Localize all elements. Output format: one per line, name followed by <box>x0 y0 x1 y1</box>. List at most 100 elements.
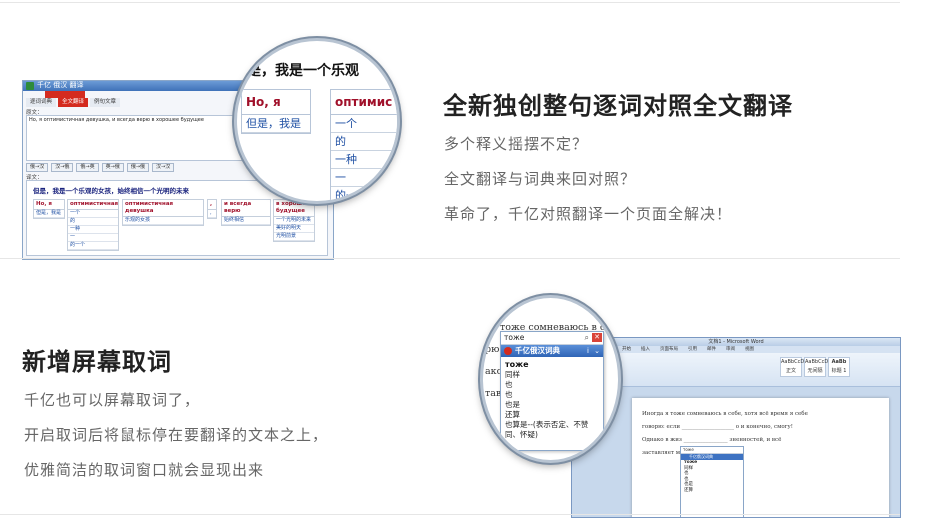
feature-desc-line: 多个释义摇摆不定？ <box>444 135 589 153</box>
word-column-header: Но, я <box>34 200 64 210</box>
word-column-item[interactable]: 始终相信 <box>222 217 270 225</box>
capture-popup: тоже ⌕ ✕ 千亿俄汉词典 i ⌄ тоже 同样 也 也 也是 还算 也算… <box>500 331 604 451</box>
word-tab[interactable]: 页面布局 <box>660 346 678 353</box>
mini-popup-list: тоже 同样 也 也 也是 还算 <box>681 460 743 493</box>
translation-sentence: 但是，我是一个乐观的女孩，始终相信一个光明的未来 <box>33 187 189 195</box>
word-tab[interactable]: 邮件 <box>707 346 716 353</box>
tab-full-translation[interactable]: 全文翻译 <box>58 98 89 107</box>
feature-desc-screen-capture: 千亿也可以屏幕取词了， 开启取词后将鼠标停在要翻译的文本之上， 优雅简洁的取词窗… <box>24 383 328 488</box>
word-column-item[interactable]: 一个 <box>68 210 118 218</box>
capture-popup-title-bar: 千亿俄汉词典 i ⌄ <box>501 345 603 357</box>
app-title: 千亿 俄汉 翻译 <box>37 81 84 89</box>
style-preview: AaBbCcDd <box>781 359 808 365</box>
definition-item: 也 <box>505 380 513 389</box>
zh-zh-button[interactable]: 汉→汉 <box>152 163 175 172</box>
bottom-divider <box>0 514 900 515</box>
capture-popup-title: 千亿俄汉词典 <box>515 346 560 355</box>
magnified-column-item: 的一 <box>331 187 397 201</box>
definition-item: 也算是--(表示否定、不赞同、怀疑) <box>505 420 589 439</box>
capture-popup-headword: тоже <box>505 360 529 369</box>
ru-en-button[interactable]: 俄→英 <box>76 163 99 172</box>
feature-desc-line: 优雅简洁的取词窗口就会显现出来 <box>24 461 265 479</box>
magnified-column-right: оптимис 一个 的 一种 一 的一 <box>330 89 397 201</box>
word-tab[interactable]: 视图 <box>745 346 754 353</box>
word-title-bar: 文档1 - Microsoft Word <box>572 338 900 346</box>
word-ribbon-tabs: 开始 插入 页面布局 引用 邮件 审阅 视图 <box>572 346 900 353</box>
top-divider <box>0 2 900 3</box>
word-column-header: , <box>208 200 216 210</box>
word-style-heading1[interactable]: AaBb 标题 1 <box>828 357 850 377</box>
word-column-item[interactable]: , <box>208 210 216 218</box>
word-column-header: и всегда верю <box>222 200 270 217</box>
feature-title-screen-capture: 新增屏幕取词 <box>22 348 172 376</box>
capture-popup-input[interactable]: тоже <box>504 332 524 344</box>
definition-item: 也 <box>505 390 513 399</box>
tab-example-sentences[interactable]: 例句文章 <box>90 98 121 107</box>
word-column-item[interactable]: 但是，我是 <box>34 210 64 218</box>
info-icon[interactable]: i <box>587 346 589 356</box>
word-column-header: оптимистичная <box>68 200 118 210</box>
section-divider <box>0 258 900 259</box>
word-column: оптимистичная девушка 乐观的女孩 <box>122 199 204 226</box>
ru-zh-button[interactable]: 俄→汉 <box>26 163 49 172</box>
word-tab[interactable]: 引用 <box>688 346 697 353</box>
en-ru-button[interactable]: 英→俄 <box>101 163 124 172</box>
word-ribbon: AaBbCcDd 正文 AaBbCcDd 无间隔 AaBb 标题 1 <box>572 353 900 387</box>
mini-capture-popup: тоже 千亿俄汉词典 тоже 同样 也 也 也是 还算 <box>680 446 744 517</box>
search-icon[interactable]: ⌕ <box>585 333 589 343</box>
word-tab[interactable]: 开始 <box>622 346 631 353</box>
word-column: и всегда верю 始终相信 <box>221 199 271 226</box>
magnified-translation-line: 是，我是一个乐观 <box>247 63 359 79</box>
feature-desc-line: 全文翻译与词典来回对照？ <box>444 170 637 188</box>
capture-popup-definitions: 同样 也 也 也是 还算 也算是--(表示否定、不赞同、怀疑) <box>501 370 603 440</box>
mini-popup-input: тоже <box>681 447 743 454</box>
magnified-column-header: оптимис <box>331 90 397 115</box>
definition-item: 同样 <box>505 370 520 379</box>
magnified-column-item: 一 <box>331 169 397 187</box>
word-tab[interactable]: 审阅 <box>726 346 735 353</box>
tab-word-dictionary[interactable]: 逐词词典 <box>26 98 57 107</box>
chevron-down-icon[interactable]: ⌄ <box>594 346 600 356</box>
word-style-no-spacing[interactable]: AaBbCcDd 无间隔 <box>804 357 832 377</box>
ru-ru-button[interactable]: 俄→俄 <box>126 163 150 172</box>
style-label: 标题 1 <box>831 368 847 374</box>
close-icon[interactable]: ✕ <box>592 333 602 342</box>
style-label: 无间隔 <box>807 368 823 374</box>
feature-desc-translation: 多个释义摇摆不定？ 全文翻译与词典来回对照？ 革命了，千亿对照翻译一个页面全解决… <box>444 127 732 232</box>
document-line: говорю: если ___________________ о и кон… <box>642 424 794 430</box>
feature-title-translation: 全新独创整句逐词对照全文翻译 <box>443 92 793 120</box>
app-logo-icon <box>504 347 512 355</box>
word-column-item[interactable]: 一 <box>68 234 118 242</box>
app-logo-icon <box>26 82 34 90</box>
word-column-item[interactable]: 美好的明天 <box>274 225 314 233</box>
word-column: в хорошее будущее 一个光明的未来 美好的明天 光明前景 <box>273 199 315 242</box>
magnified-column-item: 一种 <box>331 151 397 169</box>
word-column: оптимистичная 一个 的 一种 一 的一个 <box>67 199 119 251</box>
definition-item: 还算 <box>505 410 520 419</box>
app-brand-strip <box>45 91 85 98</box>
feature-desc-line: 千亿也可以屏幕取词了， <box>24 391 201 409</box>
document-line: Иногда я тоже сомневаюсь в себе, хотя вс… <box>642 411 808 417</box>
word-style-normal[interactable]: AaBbCcDd 正文 <box>780 357 808 377</box>
word-column-item[interactable]: 乐观的女孩 <box>123 217 203 225</box>
feature-desc-line: 开启取词后将鼠标停在要翻译的文本之上， <box>24 426 329 444</box>
word-column-item[interactable]: 一个光明的未来 <box>274 217 314 225</box>
word-column-item[interactable]: 光明前景 <box>274 233 314 241</box>
style-preview: AaBbCcDd <box>805 359 832 365</box>
word-column-item[interactable]: 一种 <box>68 226 118 234</box>
capture-popup-search-row: тоже ⌕ ✕ <box>501 332 603 345</box>
direction-buttons: 俄→汉 汉→俄 俄→英 英→俄 俄→俄 汉→汉 <box>26 163 175 172</box>
word-column: , , <box>207 199 217 219</box>
word-column-item[interactable]: 的 <box>68 218 118 226</box>
feature-desc-line: 革命了，千亿对照翻译一个页面全解决！ <box>444 205 733 223</box>
word-app-window: 文档1 - Microsoft Word 开始 插入 页面布局 引用 邮件 审阅… <box>571 337 901 518</box>
definition-item: 也是 <box>505 400 520 409</box>
word-column-item[interactable]: 的一个 <box>68 242 118 250</box>
magnified-column-left: Но, я 但是，我是 <box>241 89 311 134</box>
word-tab[interactable]: 插入 <box>641 346 650 353</box>
magnified-column-item: 但是，我是 <box>242 115 310 133</box>
word-column-header: оптимистичная девушка <box>123 200 203 217</box>
word-document-page[interactable]: Иногда я тоже сомневаюсь в себе, хотя вс… <box>632 398 889 517</box>
zh-ru-button[interactable]: 汉→俄 <box>51 163 74 172</box>
magnified-column-header: Но, я <box>242 90 310 115</box>
